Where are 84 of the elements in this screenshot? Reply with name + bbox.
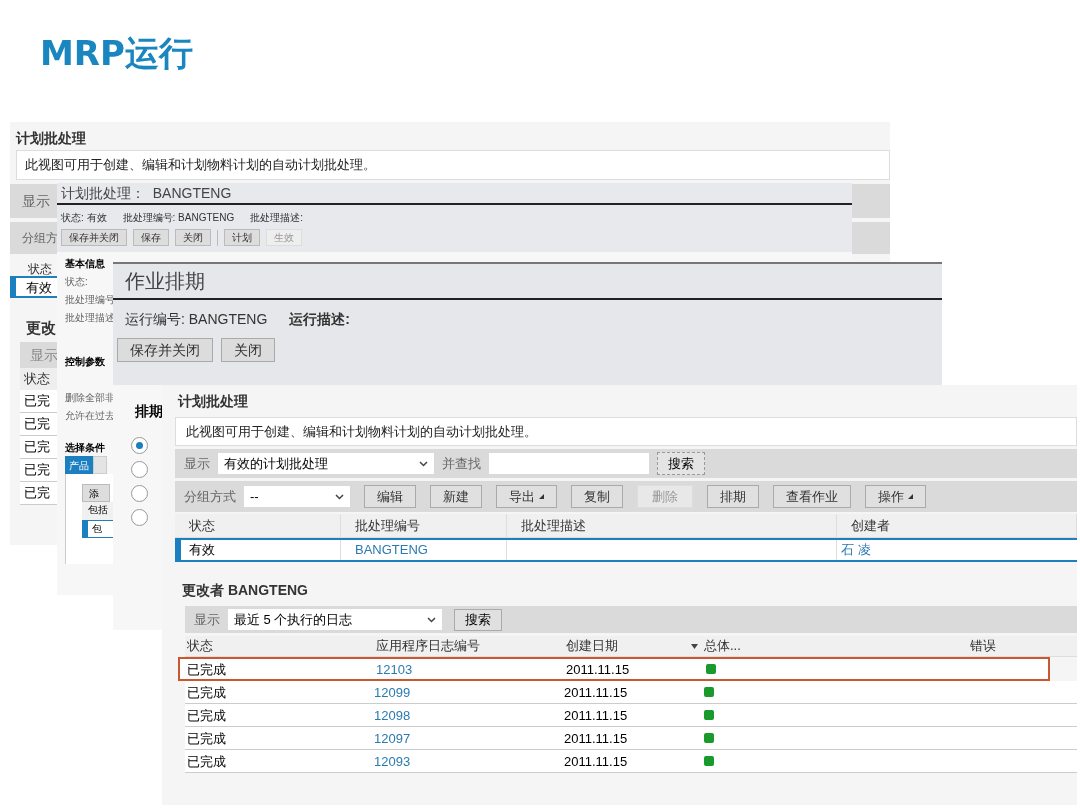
search-field[interactable] [489,453,649,474]
toolbar-button[interactable]: 排期 [707,485,759,508]
column-header: 状态 [28,262,52,276]
column-header: 创建日期 [566,637,618,656]
toolbar-button[interactable]: 导出 [496,485,557,508]
toolbar-button[interactable]: 保存并关闭 [61,229,127,246]
log-link[interactable]: 12103 [376,662,413,677]
section-title: 基本信息 [65,257,105,271]
find-label: 并查找 [442,454,481,473]
search-button[interactable]: 搜索 [454,608,502,631]
column-header: 批处理编号 [341,514,507,537]
column-header: 总体... [704,637,741,656]
caret-icon [539,494,544,499]
add-button[interactable]: 添 [82,484,110,502]
window-title: 作业排期 [113,264,942,300]
tab[interactable]: 产品 [65,456,93,474]
table-cell: 有效 [181,540,341,560]
radio-button[interactable] [131,437,148,454]
table-cell: 2011.11.15 [564,754,628,769]
toolbar-button[interactable]: 保存 [133,229,169,246]
table-cell: BANGTENG [341,540,507,560]
slide-title: MRP运行 [40,32,193,75]
toolbar-button[interactable]: 编辑 [364,485,416,508]
radio-button[interactable] [131,509,148,526]
run-description: 运行描述: [289,309,351,329]
group-select[interactable]: -- [244,486,350,507]
column-header: 状态 [175,514,341,537]
section-title: 选择条件 [65,441,105,455]
column-header: 批处理描述 [507,514,837,537]
radio-button[interactable] [131,461,148,478]
log-select[interactable]: 最近 5 个执行的日志 [228,609,442,630]
column-header: 创建者 [837,514,1077,537]
toolbar-button[interactable]: 操作 [865,485,926,508]
section-title: 更改者 BANGTENG [181,581,309,600]
table-cell: 已完成 [187,754,226,769]
chevron-icon [427,616,436,623]
chevron-icon [419,460,428,467]
sort-icon [691,643,698,649]
toolbar-button[interactable]: 保存并关闭 [117,338,213,362]
log-link[interactable]: 12093 [374,754,411,769]
field-label: 状态: [65,275,88,289]
toolbar-button[interactable]: 新建 [430,485,482,508]
toolbar-button[interactable]: 关闭 [221,338,275,362]
window-title: 计划批处理 [176,392,249,411]
table-row[interactable]: 有效 [10,276,57,298]
table-cell: 已完成 [187,731,226,746]
section-title: 控制参数 [65,355,105,369]
group-label: 分组方式 [184,487,236,506]
description-bar: 此视图可用于创建、编辑和计划物料计划的自动计划批处理。 [16,150,890,180]
table-cell: 2011.11.15 [564,685,628,700]
table-cell: 已完成 [187,662,226,677]
window-title: 计划批处理： BANGTENG [57,183,852,205]
table-cell: 2011.11.15 [564,731,628,746]
log-link[interactable]: 12098 [374,708,411,723]
section-title: 更改 [26,319,56,336]
toolbar-button[interactable]: 复制 [571,485,623,508]
description-bar: 此视图可用于创建、编辑和计划物料计划的自动计划批处理。 [175,417,1077,446]
toolbar-button[interactable]: 计划 [224,229,260,246]
tab[interactable] [93,456,107,474]
table-cell: 2011.11.15 [566,662,630,677]
column-header: 应用程序日志编号 [376,637,480,656]
column-header: 错误 [970,637,996,656]
toolbar-button[interactable]: 关闭 [175,229,211,246]
chevron-icon [335,493,344,500]
view-select[interactable]: 有效的计划批处理 [218,453,434,474]
table-cell: 已完成 [187,685,226,700]
table-cell: 已完成 [187,708,226,723]
list-row[interactable]: 包 [82,520,113,538]
table-cell-text: 石 凌 [840,541,872,560]
show-label: 显示 [194,610,220,629]
field-label: 批处理编号 [65,293,115,307]
table-cell: 2011.11.15 [564,708,628,723]
caret-icon [908,494,913,499]
column-header: 状态 [187,637,213,656]
radio-button[interactable] [131,485,148,502]
log-link[interactable]: 12097 [374,731,411,746]
log-link[interactable]: 12099 [374,685,411,700]
toolbar-button[interactable]: 查看作业 [773,485,851,508]
list-row[interactable]: 包括 [82,502,113,520]
window-title: 计划批处理 [14,129,87,148]
search-button[interactable]: 搜索 [657,452,705,475]
run-number: 运行编号: BANGTENG [125,309,268,329]
table-row[interactable]: 有效 BANGTENG 石 凌 [175,538,1077,562]
show-label: 显示 [184,454,210,473]
